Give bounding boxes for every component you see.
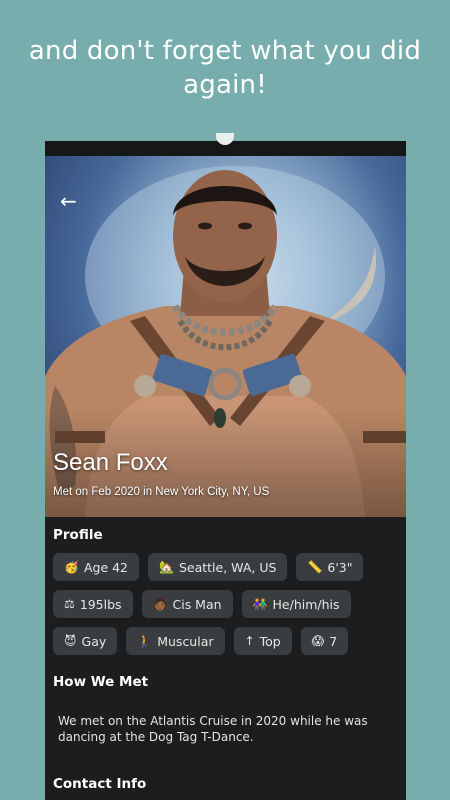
- chip-label: 6'3": [327, 559, 353, 575]
- chip-orientation[interactable]: 😈 Gay: [53, 627, 118, 655]
- promo-headline: and don't forget what you did again!: [28, 36, 422, 100]
- ruler-icon: 📏: [307, 560, 323, 574]
- devil-icon: 😈: [64, 634, 77, 648]
- walking-person-icon: 🚶: [137, 634, 153, 648]
- back-arrow-icon[interactable]: ←: [60, 190, 82, 212]
- party-face-icon: 🥳: [64, 560, 79, 574]
- screaming-face-icon: 😱: [311, 634, 325, 648]
- chip-height[interactable]: 📏 6'3": [296, 553, 364, 581]
- contact-name: Sean Foxx: [53, 449, 168, 476]
- chip-location[interactable]: 🏡 Seattle, WA, US: [148, 553, 288, 581]
- section-title-profile: Profile: [53, 527, 103, 543]
- chip-label: He/him/his: [272, 596, 340, 612]
- house-icon: 🏡: [159, 560, 174, 574]
- chip-label: Top: [259, 633, 281, 649]
- chip-label: 7: [329, 633, 338, 649]
- profile-chip-row-1: 🥳 Age 42 🏡 Seattle, WA, US 📏 6'3": [53, 553, 364, 581]
- chip-position[interactable]: ↑ Top: [233, 627, 292, 655]
- couple-icon: 👫: [252, 597, 268, 611]
- chip-rating[interactable]: 😱 7: [300, 627, 349, 655]
- chip-label: Seattle, WA, US: [178, 559, 277, 575]
- chip-label: Cis Man: [172, 596, 222, 612]
- section-title-contact-info: Contact Info: [53, 776, 147, 792]
- chip-label: 195lbs: [79, 596, 122, 612]
- profile-photo: ← Sean Foxx Met on Feb 2020 in New York …: [45, 156, 406, 517]
- chip-pronouns[interactable]: 👫 He/him/his: [241, 590, 351, 618]
- phone-screen: ← Sean Foxx Met on Feb 2020 in New York …: [45, 141, 406, 800]
- person-icon: 🧑🏾: [152, 597, 168, 611]
- chip-label: Age 42: [83, 559, 129, 575]
- chip-body-type[interactable]: 🚶 Muscular: [126, 627, 225, 655]
- chip-label: Gay: [81, 633, 107, 649]
- scale-icon: ⚖: [64, 597, 75, 611]
- chip-gender[interactable]: 🧑🏾 Cis Man: [141, 590, 233, 618]
- up-arrow-icon: ↑: [244, 634, 255, 648]
- profile-chip-row-2: ⚖ 195lbs 🧑🏾 Cis Man 👫 He/him/his: [53, 590, 351, 618]
- how-we-met-text: We met on the Atlantis Cruise in 2020 wh…: [58, 714, 368, 744]
- chip-age[interactable]: 🥳 Age 42: [53, 553, 140, 581]
- chip-label: Muscular: [157, 633, 214, 649]
- section-title-how-we-met: How We Met: [53, 674, 149, 690]
- chip-weight[interactable]: ⚖ 195lbs: [53, 590, 133, 618]
- met-info: Met on Feb 2020 in New York City, NY, US: [53, 486, 270, 498]
- profile-chip-row-3: 😈 Gay 🚶 Muscular ↑ Top 😱 7: [53, 627, 349, 655]
